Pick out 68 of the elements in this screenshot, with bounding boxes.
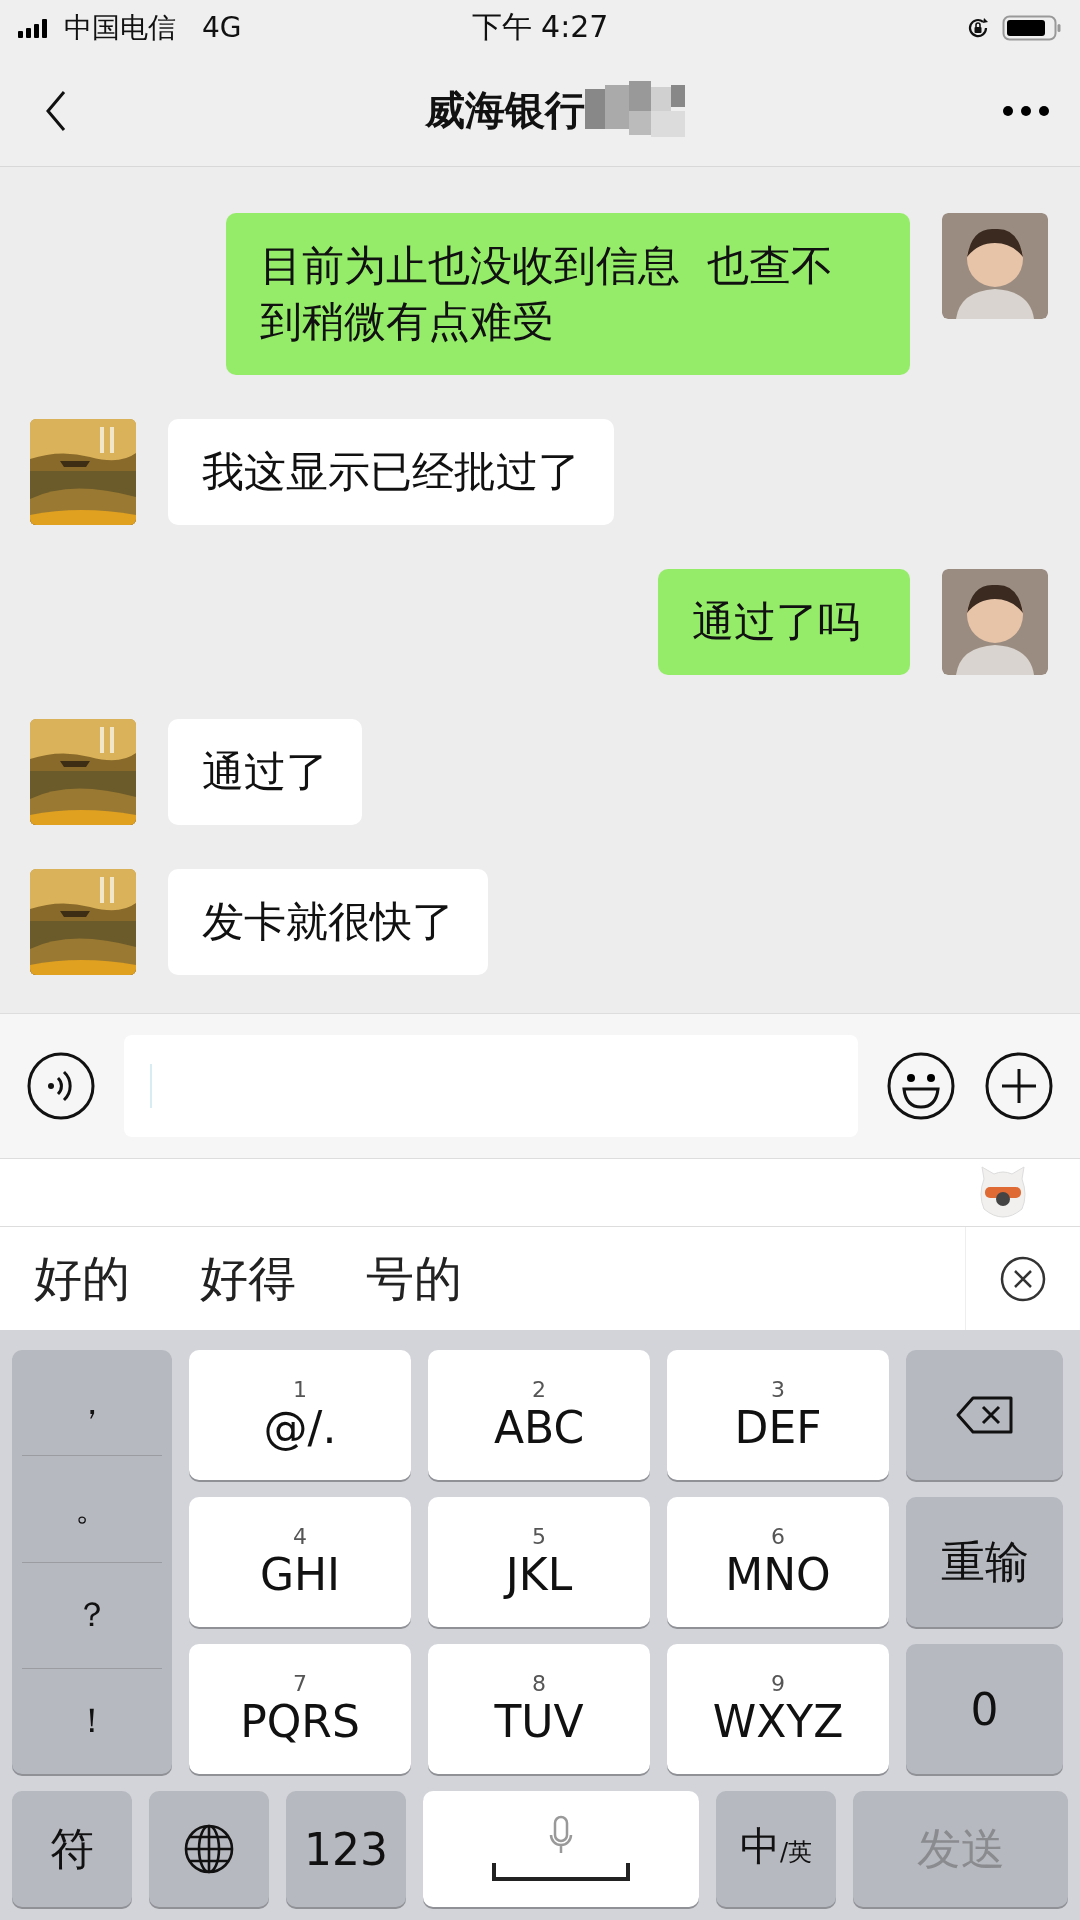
delete-key[interactable] — [906, 1350, 1063, 1480]
carrier-name: 中国电信 — [64, 9, 176, 46]
network-type: 4G — [202, 11, 242, 44]
zero-key[interactable]: 0 — [906, 1644, 1063, 1774]
letter-key[interactable]: 4 GHI — [189, 1497, 411, 1627]
space-key[interactable] — [423, 1791, 699, 1907]
message-bubble: 我这显示已经批过了 — [168, 419, 614, 525]
number-key[interactable]: 123 — [286, 1791, 406, 1907]
key-letters: ABC — [493, 1402, 585, 1453]
letter-key[interactable]: 5 JKL — [428, 1497, 650, 1627]
battery-icon — [1002, 14, 1062, 41]
symbol-key[interactable]: 符 — [12, 1791, 132, 1907]
globe-icon — [183, 1823, 235, 1875]
key-digit: 4 — [293, 1524, 307, 1549]
message-bubble: 通过了 — [168, 719, 362, 825]
punctuation-key[interactable]: ？ — [22, 1562, 162, 1669]
avatar-icon — [942, 213, 1048, 319]
globe-key[interactable] — [149, 1791, 269, 1907]
more-icon[interactable] — [1002, 104, 1050, 117]
key-digit: 1 — [293, 1377, 307, 1402]
mascot-icon[interactable] — [978, 1164, 1028, 1221]
letter-key[interactable]: 1 @/. — [189, 1350, 411, 1480]
key-letters: @/. — [263, 1402, 337, 1453]
key-digit: 3 — [771, 1377, 785, 1402]
key-letters: GHI — [259, 1549, 341, 1600]
key-digit: 7 — [293, 1671, 307, 1696]
message-bubble: 发卡就很快了 — [168, 869, 488, 975]
letter-key[interactable]: 9 WXYZ — [667, 1644, 889, 1774]
letter-key[interactable]: 7 PQRS — [189, 1644, 411, 1774]
message-input[interactable] — [124, 1035, 858, 1137]
candidate-word[interactable]: 好得 — [200, 1246, 296, 1311]
status-time: 下午 4:27 — [471, 8, 609, 46]
smiley-icon[interactable] — [886, 1051, 956, 1121]
key-label: 中 — [739, 1822, 780, 1871]
avatar-icon — [942, 569, 1048, 675]
key-digit: 5 — [532, 1524, 546, 1549]
letter-key[interactable]: 8 TUV — [428, 1644, 650, 1774]
key-letters: TUV — [494, 1696, 584, 1747]
key-letters: WXYZ — [712, 1696, 844, 1747]
close-icon[interactable] — [999, 1254, 1047, 1303]
punctuation-key[interactable]: ！ — [22, 1668, 162, 1774]
key-letters: PQRS — [240, 1696, 360, 1747]
chat-title: 威海银行 — [425, 86, 585, 135]
back-icon[interactable] — [44, 88, 68, 133]
letter-key[interactable]: 6 MNO — [667, 1497, 889, 1627]
key-digit: 2 — [532, 1377, 546, 1402]
backspace-icon — [954, 1395, 1015, 1435]
key-digit: 9 — [771, 1671, 785, 1696]
letter-key[interactable]: 2 ABC — [428, 1350, 650, 1480]
key-letters: MNO — [725, 1549, 831, 1600]
message-bubble: 目前为止也没收到信息 也查不到稍微有点难受 — [226, 213, 910, 375]
plus-icon[interactable] — [984, 1051, 1054, 1121]
candidate-word[interactable]: 好的 — [34, 1246, 130, 1311]
candidate-word[interactable]: 号的 — [366, 1246, 462, 1311]
language-key[interactable]: 中/英 — [716, 1791, 836, 1907]
key-label: /英 — [779, 1837, 813, 1868]
message-bubble: 通过了吗 — [658, 569, 910, 675]
key-letters: JKL — [505, 1549, 573, 1600]
key-letters: DEF — [734, 1402, 822, 1453]
punctuation-key[interactable]: 。 — [22, 1456, 162, 1563]
letter-key[interactable]: 3 DEF — [667, 1350, 889, 1480]
key-digit: 8 — [532, 1671, 546, 1696]
reset-key[interactable]: 重输 — [906, 1497, 1063, 1627]
voice-icon[interactable] — [26, 1051, 96, 1121]
microphone-icon — [549, 1815, 573, 1855]
punctuation-key[interactable]: ， — [22, 1350, 162, 1457]
key-digit: 6 — [771, 1524, 785, 1549]
rotation-lock-icon — [966, 15, 990, 40]
